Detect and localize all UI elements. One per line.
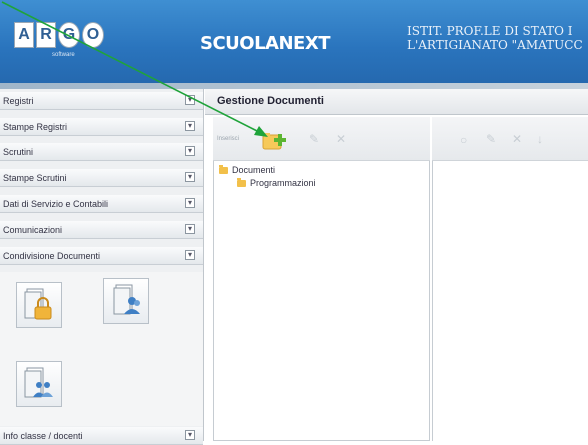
annotation-arrow xyxy=(1,1,268,137)
